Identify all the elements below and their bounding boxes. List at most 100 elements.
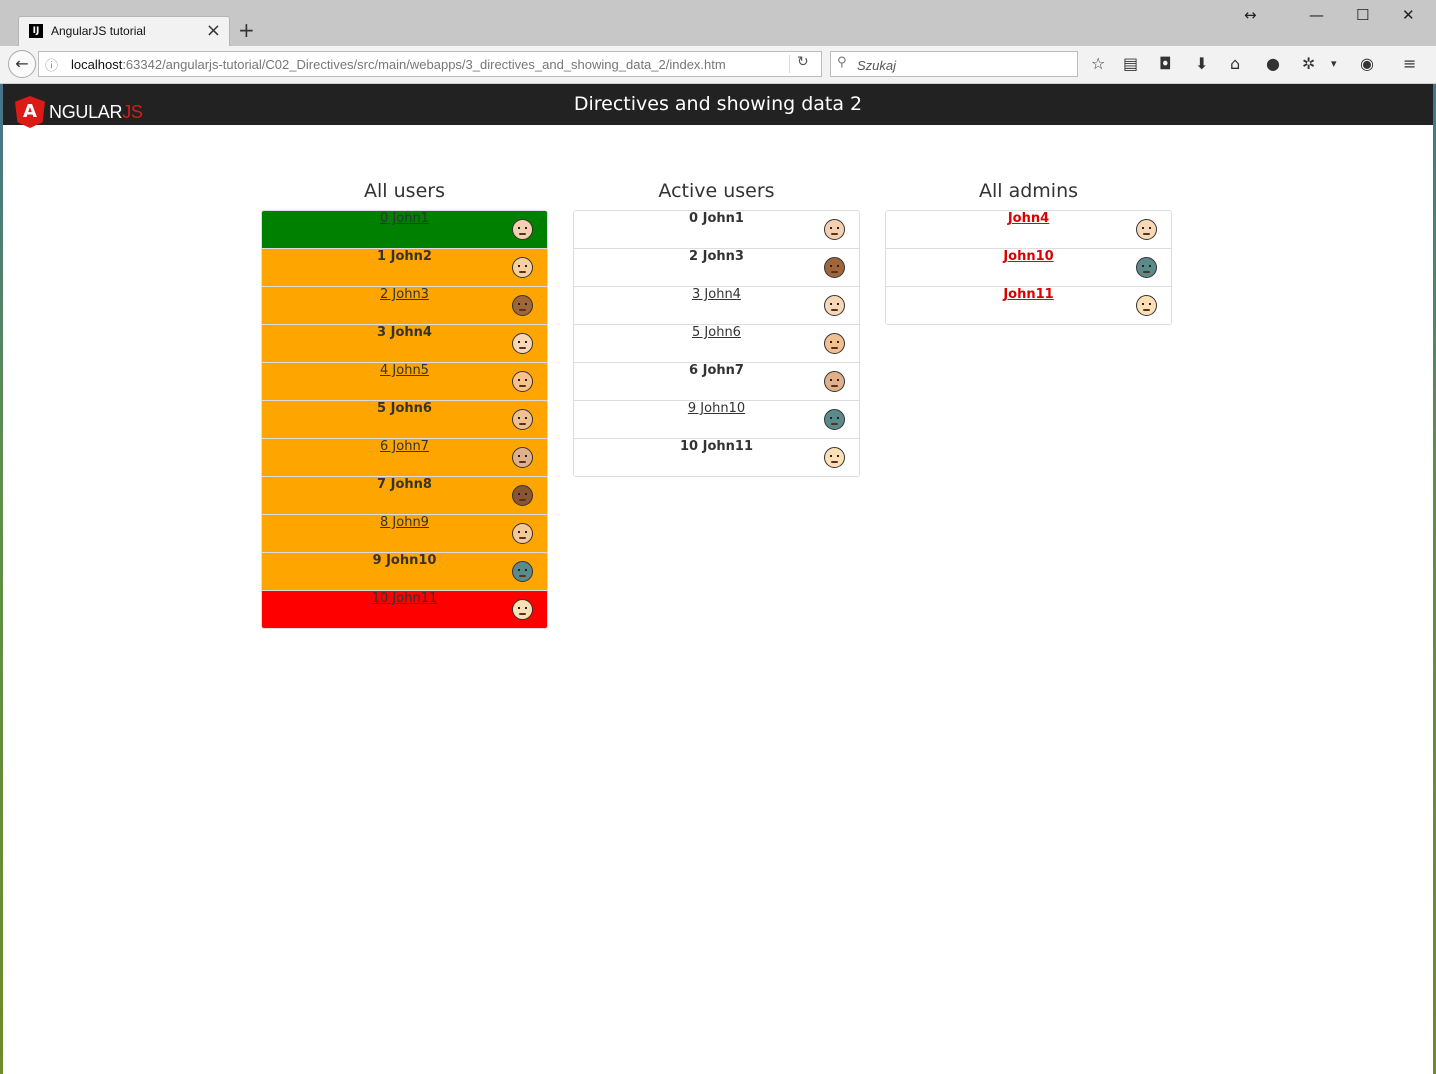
user-label[interactable]: 8 John9 [380,515,429,530]
user-label[interactable]: 0 John1 [380,211,429,226]
search-icon: ⚲ [837,55,847,70]
list-item[interactable]: John11 [886,286,1171,324]
search-bar[interactable]: ⚲ [830,51,1078,77]
list-item[interactable]: John10 [886,248,1171,286]
user-label[interactable]: John10 [1003,249,1053,264]
tab-close-icon[interactable]: × [206,20,221,41]
list-item[interactable]: 5 John6 [262,400,547,438]
url-text[interactable]: localhost:63342/angularjs-tutorial/C02_D… [71,57,726,72]
back-arrow-icon[interactable]: ← [8,50,36,78]
avatar-eyes [830,417,839,419]
avatar-mouth [519,233,526,235]
page-viewport: A NGULARJS Directives and showing data 2… [3,84,1433,1074]
address-bar[interactable]: ⓘ localhost:63342/angularjs-tutorial/C02… [38,51,822,77]
avatar-eyes [830,303,839,305]
maximize-icon[interactable]: ☐ [1356,6,1369,24]
dropdown-icon[interactable]: ▾ [1331,55,1337,73]
avatar-mouth [831,385,838,387]
user-label[interactable]: John11 [1003,287,1053,302]
list-item[interactable]: 1 John2 [262,248,547,286]
avatar-eyes [518,265,527,267]
avatar-icon [512,257,533,278]
list-item[interactable]: John4 [886,211,1171,248]
all-admins-title: All admins [978,180,1079,202]
active-users-list: 0 John1 2 John3 3 John4 5 John6 6 John7 9 Joh… [573,210,860,477]
user-label[interactable]: 10 John11 [680,439,753,454]
avatar-eyes [830,265,839,267]
list-item[interactable]: 5 John6 [574,324,859,362]
avatar-icon [1136,295,1157,316]
list-item[interactable]: 6 John7 [262,438,547,476]
page-title: Directives and showing data 2 [573,93,863,115]
avatar-mouth [519,575,526,577]
user-label[interactable]: 5 John6 [377,401,432,416]
user-label[interactable]: 4 John5 [380,363,429,378]
avatar-eyes [830,455,839,457]
list-item[interactable]: 0 John1 [262,211,547,248]
minimize-icon[interactable]: — [1309,6,1324,24]
user-label[interactable]: 2 John3 [380,287,429,302]
new-tab-icon[interactable]: + [238,18,255,42]
intellij-favicon-icon: IJ [29,24,43,38]
list-item[interactable]: 9 John10 [574,400,859,438]
ghost-icon[interactable]: ◉ [1360,55,1374,73]
list-item[interactable]: 3 John4 [574,286,859,324]
info-icon[interactable]: ⓘ [45,55,58,74]
list-item[interactable]: 4 John5 [262,362,547,400]
reload-icon[interactable]: ↻ [797,54,809,70]
avatar-icon [824,333,845,354]
url-host: localhost [71,57,123,72]
list-item[interactable]: 10 John11 [574,438,859,476]
user-label[interactable]: 9 John10 [688,401,745,416]
list-item[interactable]: 3 John4 [262,324,547,362]
avatar-icon [512,409,533,430]
user-label[interactable]: 10 John11 [372,591,437,606]
avatar-icon [512,485,533,506]
avatar-eyes [518,531,527,533]
list-item[interactable]: 2 John3 [574,248,859,286]
pocket-icon[interactable]: ◘ [1159,55,1172,73]
list-item[interactable]: 8 John9 [262,514,547,552]
avatar-eyes [1142,227,1151,229]
url-divider [789,55,790,73]
avatar-icon [512,447,533,468]
reading-list-icon[interactable]: ▤ [1123,55,1138,73]
search-input[interactable] [855,54,1069,76]
user-label[interactable]: 6 John7 [380,439,429,454]
all-admins-column: All admins John4 John10 John11 [885,178,1172,325]
avatar-eyes [518,569,527,571]
list-item[interactable]: 6 John7 [574,362,859,400]
user-label[interactable]: 7 John8 [377,477,432,492]
extension-icon[interactable]: ✲ [1302,55,1315,73]
avatar-icon [824,219,845,240]
avatar-mouth [831,309,838,311]
user-label[interactable]: 5 John6 [692,325,741,340]
star-icon[interactable]: ☆ [1091,55,1105,73]
user-label[interactable]: 2 John3 [689,249,744,264]
user-label[interactable]: John4 [1008,211,1049,226]
user-label[interactable]: 6 John7 [689,363,744,378]
all-users-title: All users [364,180,445,202]
user-label[interactable]: 3 John4 [377,325,432,340]
user-label[interactable]: 0 John1 [689,211,744,226]
list-item[interactable]: 9 John10 [262,552,547,590]
avatar-icon [1136,257,1157,278]
browser-tab[interactable]: IJ AngularJS tutorial × [18,16,230,46]
avatar-mouth [831,233,838,235]
window-close-icon[interactable]: ✕ [1402,6,1415,24]
hamburger-menu-icon[interactable]: ≡ [1403,55,1416,73]
user-label[interactable]: 3 John4 [692,287,741,302]
list-item[interactable]: 0 John1 [574,211,859,248]
download-icon[interactable]: ⬇ [1195,55,1208,73]
avatar-mouth [519,499,526,501]
user-label[interactable]: 9 John10 [373,553,437,568]
list-item[interactable]: 2 John3 [262,286,547,324]
list-item[interactable]: 10 John11 [262,590,547,628]
user-label[interactable]: 1 John2 [377,249,432,264]
avatar-icon [512,599,533,620]
app-header: A NGULARJS Directives and showing data 2 [3,84,1433,128]
list-item[interactable]: 7 John8 [262,476,547,514]
chat-icon[interactable]: ● [1266,55,1280,73]
home-icon[interactable]: ⌂ [1230,55,1240,73]
avatar-icon [512,561,533,582]
